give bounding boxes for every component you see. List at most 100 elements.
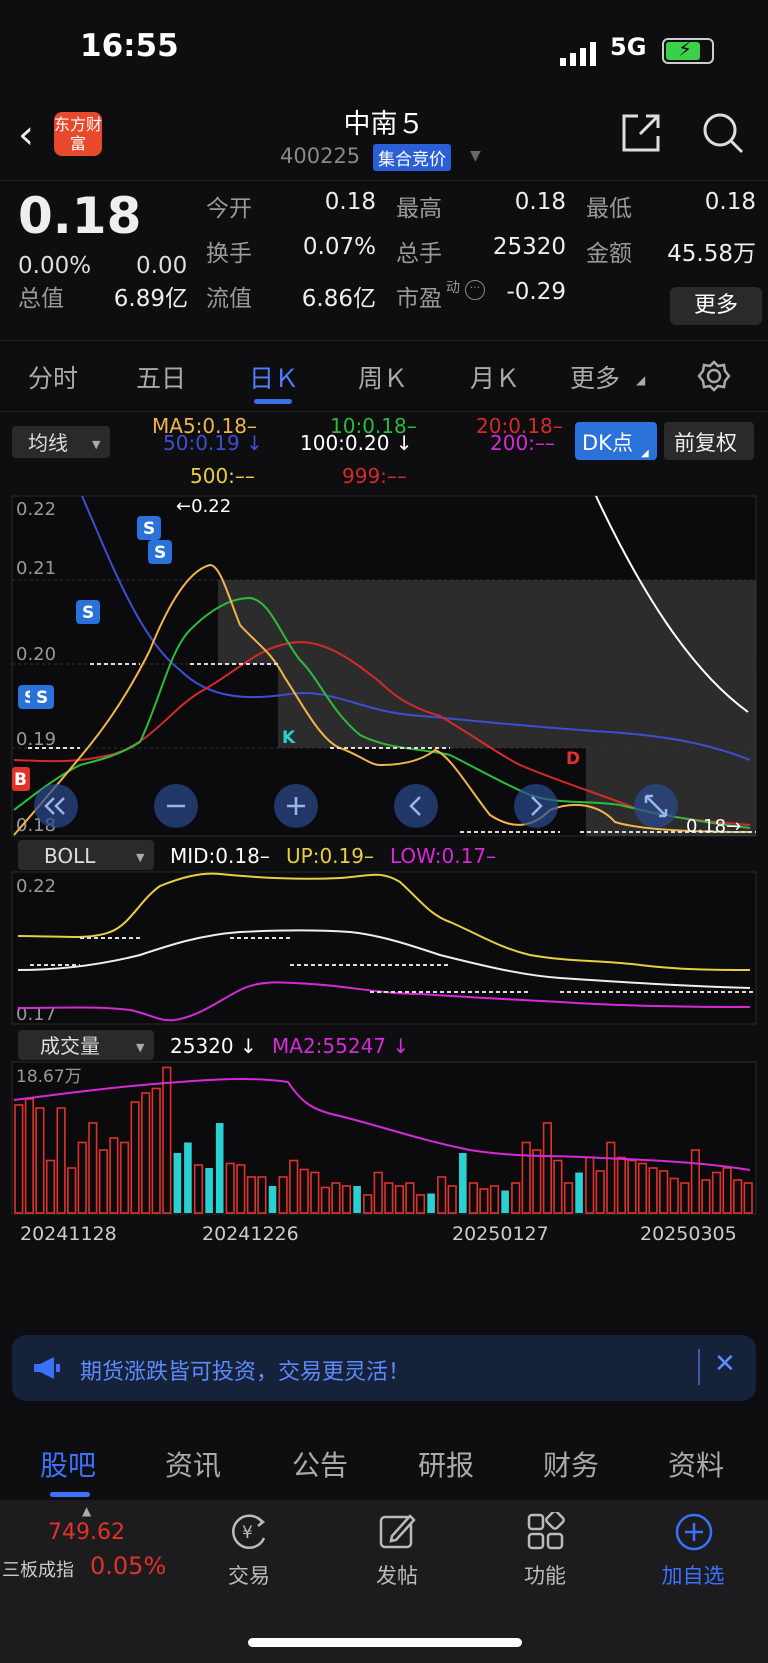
date-label: 20250305 [640,1223,737,1245]
tab-five-day[interactable]: 五日 [136,359,186,395]
volume-bar [427,1193,435,1213]
status-time: 16:55 [80,28,179,64]
promo-banner[interactable]: 期货涨跌皆可投资，交易更灵活！ ✕ [12,1335,756,1401]
tab-finance[interactable]: 财务 [543,1444,599,1484]
tab-indicator [254,399,292,404]
volume-selector-label: 成交量 [40,1034,100,1058]
k-signal-label: K [282,728,296,748]
chevron-down-icon: ▼ [136,1041,145,1054]
tab-news[interactable]: 资讯 [165,1444,221,1484]
network-label: 5G [610,33,647,61]
quote-label: 最高 [396,196,442,222]
volume-bar [268,1186,277,1213]
volume-bar [501,1190,509,1213]
auction-badge: 集合竞价 [373,144,451,171]
y-tick: 0.22 [16,499,56,520]
content-tabs: 股吧 资讯 公告 研报 财务 资料 [0,1430,768,1500]
stock-code: 400225 [280,144,361,168]
close-icon[interactable]: ✕ [714,1349,736,1379]
home-indicator [248,1638,522,1647]
caret-up-icon: ▲ [82,1504,92,1518]
max-price-marker: ←0.22 [176,496,231,517]
dropdown-caret-icon[interactable]: ▼ [470,148,481,164]
sell-signal-label: S [143,519,155,539]
dock-functions-label[interactable]: 功能 [490,1560,600,1590]
quote-value: -0.29 [506,279,566,305]
quote-value: 0.18 [704,189,756,215]
dk-label: DK点 [582,431,633,455]
index-name: 三板成指 [2,1560,74,1581]
index-value[interactable]: 749.62 [48,1520,125,1545]
kline-chart[interactable]: MA5:0.18– 10:0.18– 20:0.18– 均线 ▼ 50:0.19… [0,410,768,1335]
y-tick: 0.21 [16,558,56,579]
tab-research[interactable]: 研报 [418,1444,474,1484]
tab-announcements[interactable]: 公告 [292,1444,348,1484]
date-label: 20250127 [452,1223,549,1245]
volume-panel: 成交量 ▼ 25320 ↓ MA2:55247 ↓ 18.67万 2024112… [11,1030,757,1245]
sell-signal-label: S [36,688,48,708]
yen-exchange-icon[interactable]: ¥ [228,1512,272,1552]
change-percent: 0.00% [18,253,92,279]
grid-icon[interactable] [526,1512,566,1552]
dock-post-label[interactable]: 发帖 [342,1560,452,1590]
volume-bar [215,1123,224,1213]
quote-label: 流值 [206,286,252,312]
edit-icon[interactable] [378,1512,418,1552]
quote-label: 今开 [206,196,252,222]
tab-monthly-k[interactable]: 月Ｋ [470,359,520,395]
boll-low-label: LOW:0.17– [390,844,496,868]
dock-trade-label[interactable]: 交易 [194,1560,304,1590]
pe-superscript: 动 [446,280,460,296]
chevron-down-icon: ▼ [92,438,101,451]
tab-profile[interactable]: 资料 [668,1444,724,1484]
quote-value: 0.07% [302,234,376,260]
adjust-label: 前复权 [674,431,737,455]
tab-minute[interactable]: 分时 [28,359,78,395]
status-bar: 16:55 5G ⚡ [0,0,768,100]
sell-signal-label: S [154,543,166,563]
gear-icon[interactable] [697,359,731,393]
change-value: 0.00 [136,253,188,279]
banner-divider [698,1349,700,1385]
banner-text: 期货涨跌皆可投资，交易更灵活！ [80,1360,411,1385]
chevron-down-icon: ▼ [136,851,145,864]
y-tick: 0.20 [16,644,56,665]
sell-signal-label: S [82,603,94,623]
tab-daily-k[interactable]: 日Ｋ [249,359,299,395]
quote-label: 市盈 [396,286,442,312]
volume-value-label: 25320 ↓ [170,1034,257,1058]
tab-forum[interactable]: 股吧 [40,1444,96,1484]
tab-more[interactable]: 更多 [570,359,620,395]
volume-y-max: 18.67万 [16,1067,82,1087]
boll-selector-label: BOLL [44,844,96,868]
quote-value: 0.18 [324,189,376,215]
quote-label: 换手 [206,241,252,267]
volume-bar [205,1168,213,1213]
search-icon[interactable] [700,110,746,156]
more-button[interactable]: 更多 [670,287,762,325]
last-price: 0.18 [18,187,142,245]
boll-mid-label: MID:0.18– [170,844,270,868]
ma999-label: 999:–– [342,464,407,488]
tab-weekly-k[interactable]: 周Ｋ [358,359,408,395]
ma200-label: 200:–– [490,431,555,455]
tab-indicator [50,1492,90,1497]
volume-ma2-label: MA2:55247 ↓ [272,1034,409,1058]
chevron-left-icon[interactable] [394,784,438,828]
add-circle-icon[interactable] [674,1512,714,1552]
boll-up-label: UP:0.19– [286,844,374,868]
volume-bar [575,1172,583,1213]
quote-value: 45.58万 [667,241,756,267]
quote-value: 25320 [492,234,566,260]
quote-label: 总值 [18,286,64,312]
megaphone-icon [34,1357,60,1379]
share-icon[interactable] [618,110,664,156]
quote-value: 6.89亿 [113,286,188,312]
index-change: 0.05% [90,1552,167,1580]
quote-label: 总手 [396,241,442,267]
date-label: 20241128 [20,1223,117,1245]
main-price-panel: 0.22 0.21 0.20 0.19 0.18 ←0.22 0.18→ S S… [11,495,757,837]
dock-watchlist-label[interactable]: 加自选 [638,1560,748,1590]
volume-bar [459,1153,467,1213]
chevron-right-icon[interactable] [514,784,558,828]
